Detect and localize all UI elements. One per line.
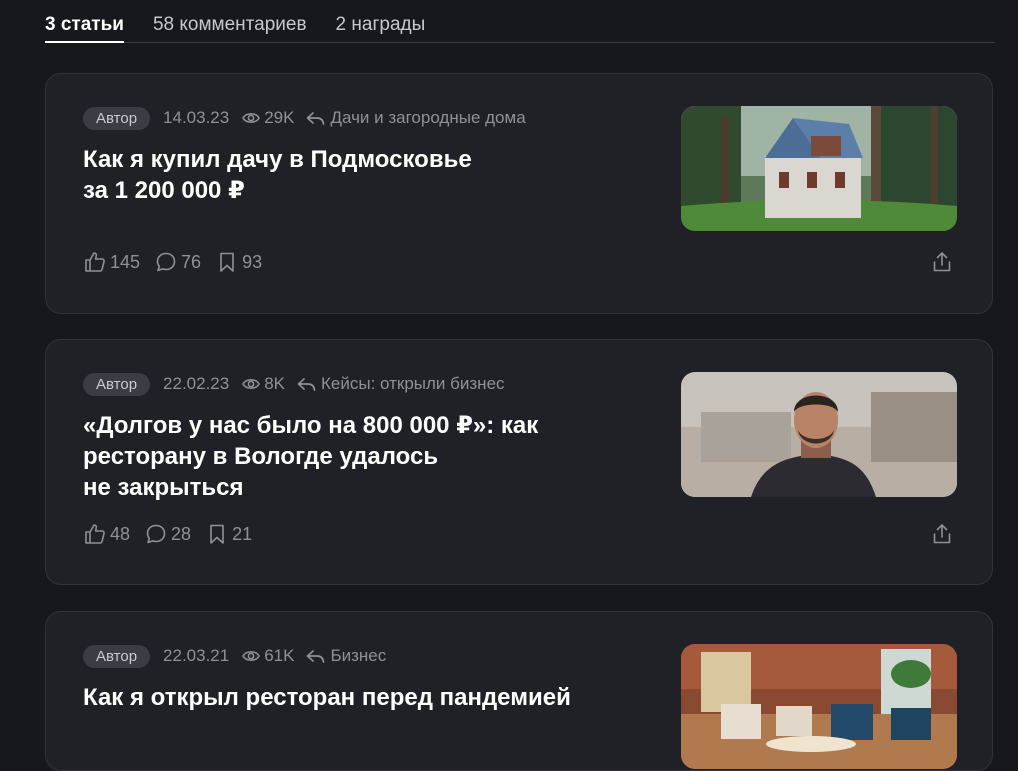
likes-count: 145 [110,251,141,272]
bookmarks-count: 21 [232,523,253,544]
article-date: 22.03.21 [163,646,230,665]
article-stats: 48 28 21 [83,522,266,546]
share-button[interactable] [930,522,954,546]
category-label: Бизнес [330,646,387,665]
views-value: 29K [264,108,295,127]
category-label: Дачи и загородные дома [330,108,526,127]
article-card[interactable]: Автор 22.03.21 61K Бизнес Как я открыл р… [45,611,993,771]
comment-bubble-icon [156,252,176,272]
title-line: не закрыться [83,474,244,501]
title-line: «Долгов у нас было на 800 000 ₽»: как [83,412,539,439]
author-badge: Автор [83,644,151,668]
article-card[interactable]: Автор 22.02.23 8K Кейсы: открыли бизнес … [45,339,993,585]
tab-awards[interactable]: 2 награды [336,0,426,41]
article-title[interactable]: Как я купил дачу в Подмосковье за 1 200 … [83,144,643,206]
article-meta: Автор 14.03.23 29K Дачи и загородные дом… [83,106,526,130]
views-count: 61K [242,646,294,666]
reply-arrow-icon [307,111,325,125]
reply-arrow-icon [307,649,325,663]
category-link[interactable]: Дачи и загородные дома [306,108,526,128]
reply-arrow-icon [297,377,316,391]
article-date: 22.02.23 [163,374,230,393]
tab-articles[interactable]: 3 статьи [45,0,124,43]
eye-icon [242,379,261,389]
title-line: ресторану в Вологде удалось [83,443,439,470]
article-meta: Автор 22.03.21 61K Бизнес [83,644,386,668]
category-link[interactable]: Кейсы: открыли бизнес [297,374,505,394]
man-portrait-photo[interactable] [681,372,957,497]
restaurant-interior-photo[interactable] [681,644,957,769]
like-button[interactable]: 145 [83,250,140,274]
tab-comments[interactable]: 58 комментариев [153,0,307,41]
share-icon [933,524,951,544]
article-card[interactable]: Автор 14.03.23 29K Дачи и загородные дом… [45,73,993,314]
views-count: 29K [242,108,294,128]
category-link[interactable]: Бизнес [306,646,386,666]
eye-icon [242,651,261,661]
article-title[interactable]: Как я открыл ресторан перед пандемией [83,682,643,713]
profile-tabs: 3 статьи 58 комментариев 2 награды [45,0,995,43]
bookmark-icon [220,252,234,272]
like-button[interactable]: 48 [83,522,130,546]
bookmark-button[interactable]: 93 [215,250,262,274]
eye-icon [242,113,261,123]
country-house-photo[interactable] [681,106,957,231]
author-badge: Автор [83,106,151,130]
comments-button[interactable]: 76 [154,250,201,274]
share-button[interactable] [930,250,954,274]
likes-count: 48 [110,523,131,544]
title-line: за 1 200 000 ₽ [83,177,245,204]
article-date: 14.03.23 [163,108,230,127]
thumbs-up-icon [85,252,105,272]
comments-button[interactable]: 28 [144,522,191,546]
views-count: 8K [242,374,285,394]
comments-count: 76 [181,251,202,272]
bookmark-icon [210,524,224,544]
comment-bubble-icon [146,524,166,544]
bookmark-button[interactable]: 21 [205,522,252,546]
title-line: Как я открыл ресторан перед пандемией [83,684,571,711]
thumbs-up-icon [85,524,105,544]
article-title[interactable]: «Долгов у нас было на 800 000 ₽»: как ре… [83,410,643,503]
article-stats: 145 76 93 [83,250,276,274]
category-label: Кейсы: открыли бизнес [321,374,505,393]
title-line: Как я купил дачу в Подмосковье [83,146,472,173]
views-value: 61K [264,646,295,665]
share-icon [933,252,951,272]
views-value: 8K [264,374,286,393]
article-meta: Автор 22.02.23 8K Кейсы: открыли бизнес [83,372,505,396]
author-badge: Автор [83,372,151,396]
comments-count: 28 [171,523,192,544]
bookmarks-count: 93 [242,251,263,272]
